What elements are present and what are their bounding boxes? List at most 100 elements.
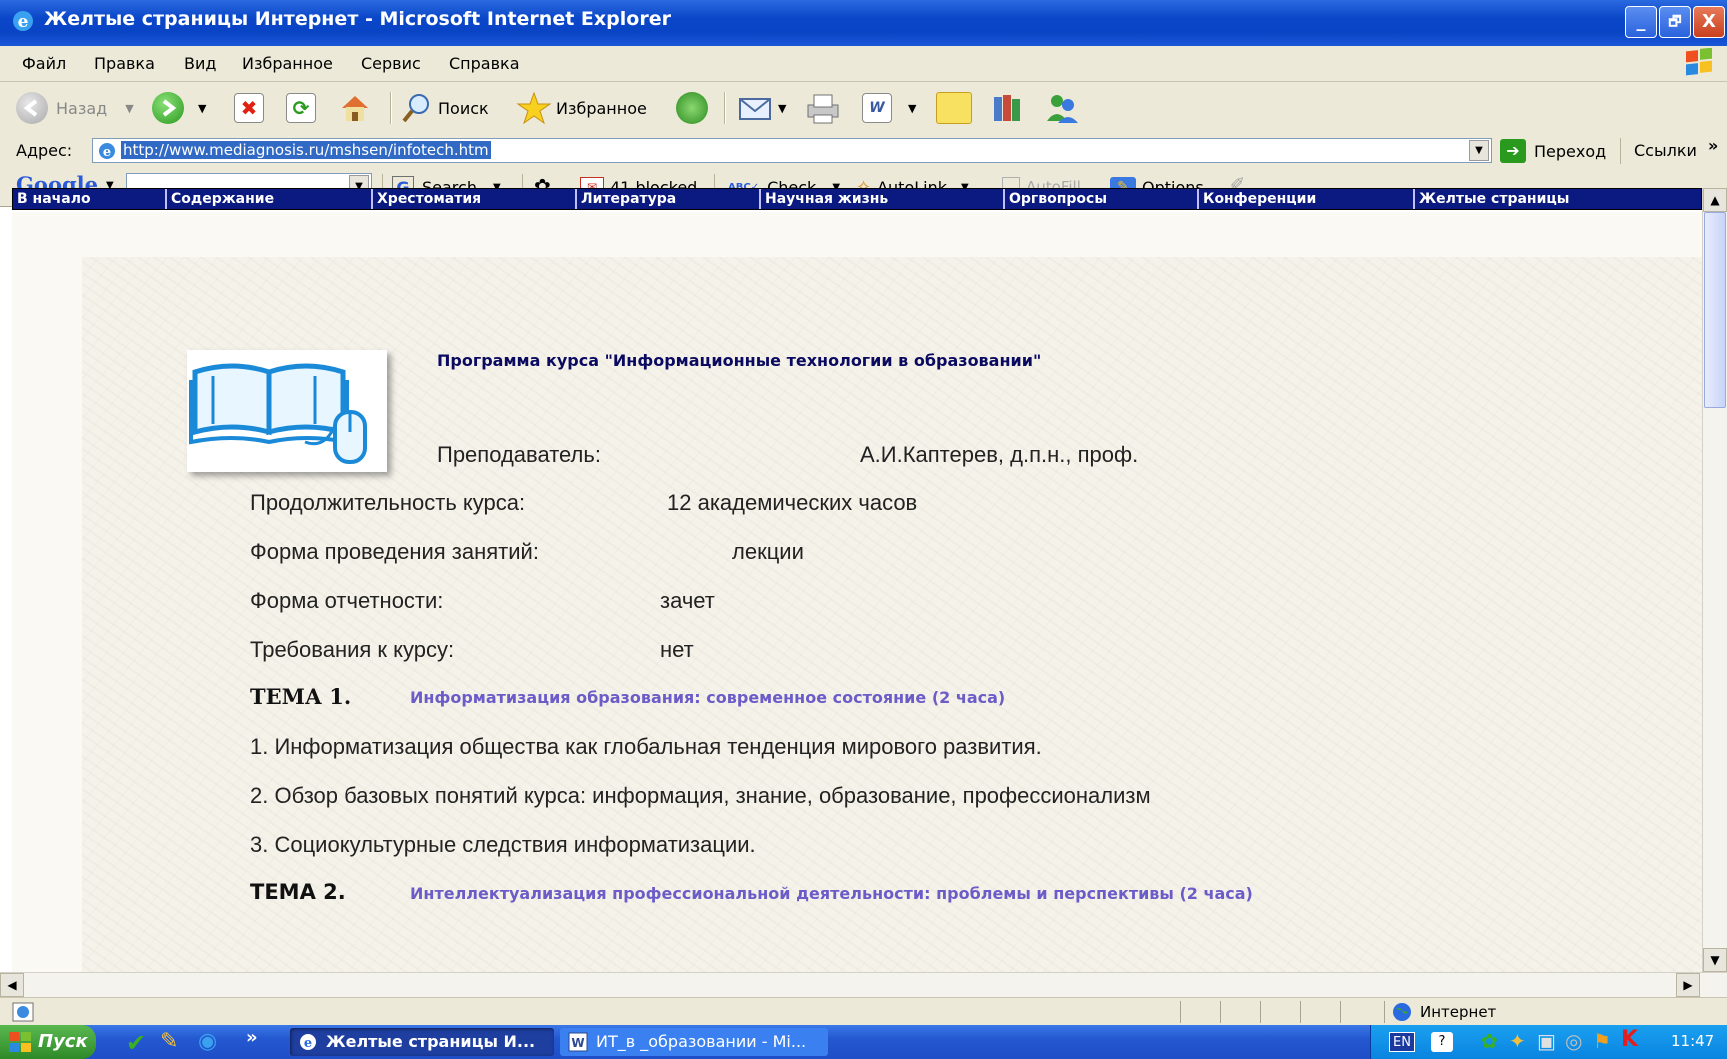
address-input[interactable]: e http://www.mediagnosis.ru/mshsen/infot… [92, 138, 1492, 163]
search-button[interactable]: Поиск [400, 90, 489, 126]
vertical-scroll-thumb[interactable] [1704, 212, 1726, 408]
tray-app-icon[interactable]: ✦ [1509, 1029, 1526, 1053]
tray-flower-icon[interactable]: ✿ [1481, 1029, 1498, 1053]
book-icon [189, 363, 367, 464]
svg-text:e: e [18, 12, 29, 32]
page-status-icon [12, 1002, 34, 1022]
nav-contents[interactable]: Содержание [165, 189, 371, 209]
favorites-button[interactable]: Избранное [516, 90, 647, 126]
nav-yellow-pages[interactable]: Желтые страницы [1413, 189, 1701, 209]
menu-view[interactable]: Вид [184, 54, 216, 73]
messenger-button[interactable] [1044, 90, 1080, 126]
start-label: Пуск [38, 1031, 88, 1052]
maximize-button[interactable]: 🗗 [1659, 6, 1691, 38]
refresh-icon: ⟳ [286, 93, 316, 123]
task-ie-label: Желтые страницы И... [326, 1032, 536, 1051]
star-icon [516, 91, 552, 125]
forward-arrow-icon [152, 92, 184, 124]
help-tray-icon[interactable]: ? [1431, 1032, 1453, 1052]
task-ie-window[interactable]: e Желтые страницы И... [290, 1028, 554, 1056]
nav-home[interactable]: В начало [13, 189, 165, 209]
mail-dropdown-icon[interactable]: ▼ [778, 102, 786, 115]
quicklaunch-tool-icon[interactable]: ✎ [160, 1029, 178, 1054]
teacher-value: А.И.Каптерев, д.п.н., проф. [860, 442, 1139, 467]
scroll-up-icon[interactable]: ▲ [1703, 188, 1727, 212]
forward-button[interactable]: ▼ [152, 90, 206, 126]
back-button[interactable]: Назад ▼ [16, 90, 134, 126]
duration-label: Продолжительность курса: [250, 490, 526, 515]
tema1-link[interactable]: Информатизация образования: современное … [410, 688, 1005, 707]
links-label[interactable]: Ссылки [1634, 141, 1697, 160]
language-indicator[interactable]: EN [1389, 1032, 1415, 1052]
nav-org[interactable]: Оргвопросы [1003, 189, 1197, 209]
back-dropdown-icon[interactable]: ▼ [125, 102, 133, 115]
discuss-button[interactable] [936, 90, 972, 126]
forward-dropdown-icon[interactable]: ▼ [198, 102, 206, 115]
task-word-window[interactable]: W ИТ_в _образовании - Mi... [560, 1028, 828, 1056]
quicklaunch-chevron-icon[interactable]: » [246, 1027, 258, 1048]
task-word-label: ИТ_в _образовании - Mi... [596, 1032, 807, 1051]
requirements-label: Требования к курсу: [250, 637, 455, 662]
duration-value: 12 академических часов [667, 490, 918, 515]
scroll-right-icon[interactable]: ▶ [1676, 973, 1700, 997]
globe-icon [1393, 1003, 1411, 1021]
format-label: Форма проведения занятий: [250, 539, 539, 564]
close-button[interactable]: X [1693, 6, 1725, 38]
home-button[interactable] [338, 90, 372, 126]
site-navigation: В начало Содержание Хрестоматия Литерату… [12, 188, 1702, 210]
horizontal-scrollbar[interactable]: ◀ ▶ [0, 972, 1727, 998]
standard-toolbar: Назад ▼ ▼ ✖ ⟳ Поиск Избранное ▼ W ▼ [0, 82, 1727, 135]
vertical-scrollbar[interactable]: ▲ ▼ [1702, 188, 1727, 972]
tema2-link[interactable]: Интеллектуализация профессиональной деят… [410, 884, 1253, 903]
refresh-button[interactable]: ⟳ [286, 90, 316, 126]
title-bar[interactable]: e Желтые страницы Интернет - Microsoft I… [0, 0, 1727, 46]
start-button[interactable]: Пуск [0, 1025, 96, 1059]
list-item-1: 1. Информатизация общества как глобальна… [250, 734, 1042, 759]
nav-reader[interactable]: Хрестоматия [371, 189, 575, 209]
print-button[interactable] [804, 90, 842, 126]
back-arrow-icon [16, 92, 48, 124]
requirements-value: нет [660, 637, 694, 662]
quicklaunch-ie-icon[interactable]: ◉ [198, 1029, 217, 1054]
nav-science[interactable]: Научная жизнь [759, 189, 1003, 209]
minimize-button[interactable]: _ [1625, 6, 1657, 38]
svg-text:W: W [571, 1036, 584, 1050]
tray-security-icon[interactable]: ⚑ [1593, 1029, 1611, 1053]
stop-button[interactable]: ✖ [234, 90, 264, 126]
system-tray: EN ? ✿ ✦ ▣ ◎ ⚑ K 11:47 [1370, 1025, 1727, 1059]
back-label: Назад [56, 98, 108, 118]
menu-help[interactable]: Справка [449, 54, 520, 73]
page-content: Программа курса "Информационные технолог… [12, 212, 1702, 972]
edit-dropdown-icon[interactable]: ▼ [908, 102, 916, 115]
address-dropdown-icon[interactable]: ▼ [1469, 140, 1489, 161]
windows-start-icon [9, 1032, 31, 1052]
task-ie-icon: e [300, 1034, 316, 1051]
tray-antivirus-icon[interactable]: K [1621, 1027, 1638, 1052]
scroll-down-icon[interactable]: ▼ [1703, 948, 1727, 972]
links-chevron-icon[interactable]: » [1708, 136, 1718, 155]
mail-button[interactable]: ▼ [738, 90, 786, 126]
media-button[interactable] [676, 90, 708, 126]
menu-tools[interactable]: Сервис [361, 54, 421, 73]
scroll-left-icon[interactable]: ◀ [0, 973, 24, 997]
address-url: http://www.mediagnosis.ru/mshsen/infotec… [121, 141, 491, 159]
edit-button[interactable]: W ▼ [862, 90, 916, 126]
status-bar: Интернет [0, 997, 1727, 1026]
task-word-icon: W [568, 1032, 588, 1052]
research-button[interactable] [990, 90, 1026, 126]
menu-bar: Файл Правка Вид Избранное Сервис Справка [0, 46, 1727, 82]
menu-file[interactable]: Файл [22, 54, 66, 73]
menu-edit[interactable]: Правка [94, 54, 155, 73]
nav-literature[interactable]: Литература [575, 189, 759, 209]
program-title: Программа курса "Информационные технолог… [437, 351, 1042, 370]
favorites-label: Избранное [556, 98, 647, 118]
quicklaunch-check-icon[interactable]: ✔ [126, 1029, 146, 1057]
tray-network-icon[interactable]: ▣ [1537, 1029, 1556, 1053]
search-icon [402, 94, 429, 123]
list-item-3: 3. Социокультурные следствия информатиза… [250, 832, 756, 857]
nav-conferences[interactable]: Конференции [1197, 189, 1413, 209]
tray-disk-icon[interactable]: ◎ [1565, 1029, 1582, 1053]
go-button[interactable]: ➔ Переход [1500, 138, 1606, 164]
menu-favorites[interactable]: Избранное [242, 54, 333, 73]
format-value: лекции [732, 539, 804, 564]
